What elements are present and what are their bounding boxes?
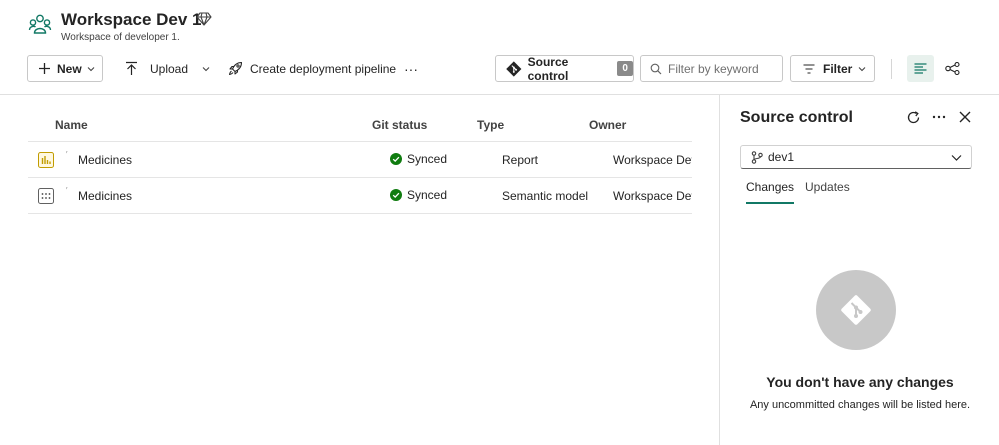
column-header-git-status[interactable]: Git status (372, 118, 427, 132)
plus-icon (39, 63, 50, 74)
workspace-people-icon (28, 14, 52, 34)
toolbar: New Upload Create deployment pipeline ··… (0, 52, 999, 86)
upload-button-label: Upload (150, 61, 189, 76)
item-type: Semantic model (502, 189, 589, 203)
git-status: Synced (390, 152, 447, 166)
filter-button[interactable]: Filter (790, 55, 875, 82)
lineage-icon (945, 62, 960, 75)
search-icon (650, 63, 662, 74)
table-header: Name Git status Type Owner (28, 108, 692, 142)
source-control-label: Source control (527, 54, 569, 83)
filter-by-keyword-field[interactable] (640, 55, 783, 82)
refresh-button[interactable] (904, 108, 922, 126)
synced-check-icon (390, 189, 402, 201)
tab-updates[interactable]: Updates (805, 180, 850, 204)
create-deployment-pipeline-label: Create deployment pipeline (250, 61, 397, 76)
git-icon (841, 295, 871, 325)
more-icon (932, 115, 946, 119)
filter-icon (803, 63, 815, 74)
item-marker-icon: ′ (66, 186, 68, 195)
semantic-model-icon (38, 188, 54, 204)
list-view-icon (914, 63, 927, 74)
empty-state-description: Any uncommitted changes will be listed h… (749, 399, 971, 411)
panel-title: Source control (740, 109, 853, 126)
new-button-label: New (57, 61, 82, 76)
changes-count-badge: 0 (617, 61, 633, 76)
list-view-button[interactable] (907, 55, 934, 82)
synced-check-icon (390, 153, 402, 165)
chevron-down-icon (951, 155, 962, 161)
item-owner: Workspace Dev (613, 153, 692, 167)
table-row[interactable]: ′ Medicines Synced Report Workspace Dev (28, 142, 692, 178)
page-title: Workspace Dev 1 (61, 10, 202, 29)
item-name[interactable]: Medicines (78, 189, 132, 203)
diamond-icon[interactable] (196, 11, 212, 27)
workspace-header: Workspace Dev 1 Workspace of developer 1… (0, 0, 999, 50)
source-control-button[interactable]: Source control 0 (495, 54, 634, 83)
refresh-icon (907, 110, 919, 123)
chevron-down-icon (87, 66, 95, 71)
new-button[interactable]: New (27, 55, 103, 82)
git-icon (506, 60, 522, 77)
empty-state-title: You don't have any changes (766, 374, 954, 390)
chevron-down-icon (858, 66, 866, 71)
filter-button-label: Filter (823, 61, 853, 76)
git-status-label: Synced (407, 188, 448, 202)
branch-name: dev1 (768, 150, 795, 164)
rocket-icon (228, 61, 243, 76)
branch-icon (751, 150, 763, 164)
item-owner: Workspace Dev (613, 189, 692, 203)
git-status-label: Synced (407, 152, 448, 166)
item-type: Report (502, 153, 539, 167)
create-deployment-pipeline-button[interactable]: Create deployment pipeline (228, 55, 396, 82)
upload-button[interactable]: Upload (125, 55, 210, 82)
column-header-owner[interactable]: Owner (589, 118, 626, 132)
table-row[interactable]: ′ Medicines Synced Semantic model Worksp… (28, 178, 692, 214)
chevron-down-icon (202, 66, 210, 71)
item-name[interactable]: Medicines (78, 153, 132, 167)
close-panel-button[interactable] (956, 108, 974, 126)
branch-dropdown[interactable]: dev1 (740, 145, 972, 169)
column-header-name[interactable]: Name (55, 118, 88, 132)
more-options-button[interactable]: ··· (402, 55, 420, 82)
workspace-description: Workspace of developer 1. (61, 32, 180, 43)
panel-more-button[interactable] (930, 108, 948, 126)
report-icon (38, 152, 54, 168)
toolbar-divider (891, 59, 892, 79)
git-status: Synced (390, 188, 447, 202)
source-control-panel: Source control dev1 Changes Updates You … (719, 95, 999, 445)
empty-state-illustration (816, 270, 896, 350)
upload-icon (126, 61, 137, 75)
tab-changes[interactable]: Changes (746, 180, 795, 204)
lineage-view-button[interactable] (939, 55, 966, 82)
item-marker-icon: ′ (66, 150, 68, 159)
search-input[interactable] (668, 61, 778, 76)
items-table: Name Git status Type Owner ′ Medicines S… (28, 108, 692, 214)
more-icon: ··· (404, 60, 418, 77)
close-icon (959, 111, 971, 123)
column-header-type[interactable]: Type (477, 118, 504, 132)
